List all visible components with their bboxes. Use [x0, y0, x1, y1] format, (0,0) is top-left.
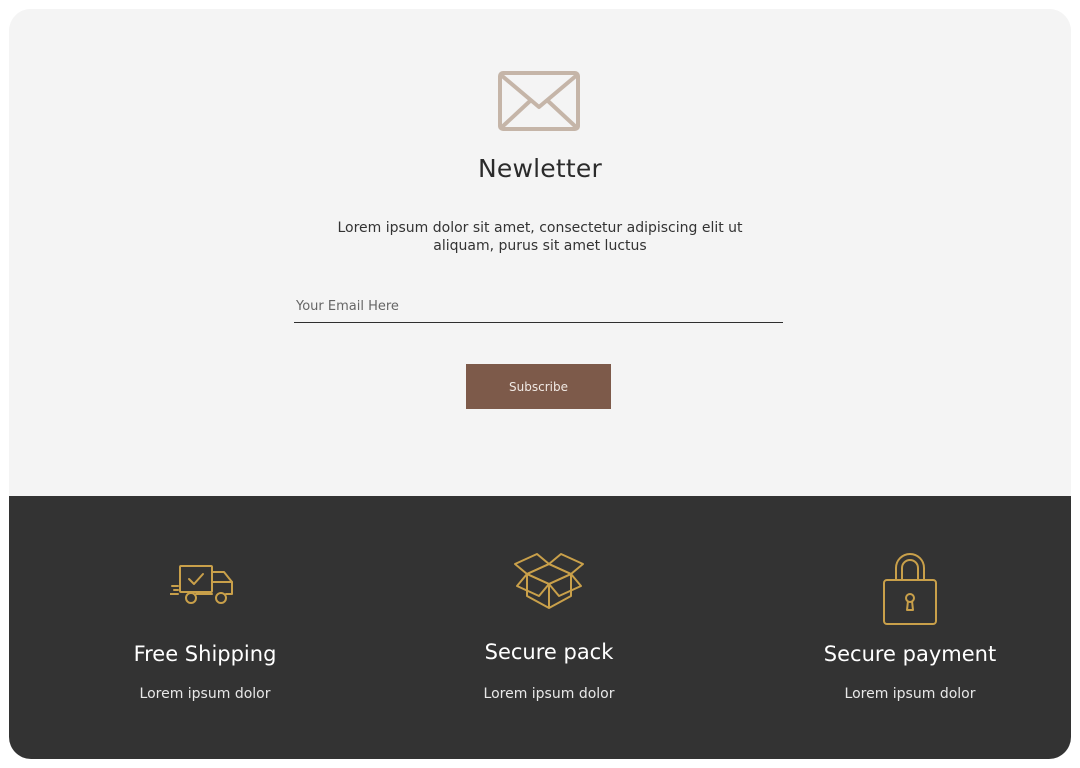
feature-subtitle: Lorem ipsum dolor [139, 686, 271, 702]
box-icon [514, 553, 584, 609]
email-input[interactable] [294, 291, 783, 323]
lock-icon [883, 553, 937, 625]
feature-subtitle: Lorem ipsum dolor [483, 686, 615, 702]
newsletter-title: Newletter [478, 154, 602, 183]
feature-subtitle: Lorem ipsum dolor [844, 686, 976, 702]
envelope-icon [498, 71, 580, 131]
feature-title: Secure pack [484, 640, 614, 664]
feature-title: Secure payment [823, 642, 997, 666]
newsletter-description: Lorem ipsum dolor sit amet, consectetur … [337, 220, 743, 254]
feature-secure-payment: Secure payment Lorem ipsum dolor [760, 496, 1060, 759]
feature-title: Free Shipping [133, 642, 277, 666]
page-frame: Newletter Lorem ipsum dolor sit amet, co… [9, 9, 1071, 759]
subscribe-button[interactable]: Subscribe [466, 364, 611, 409]
features-section: Free Shipping Lorem ipsum dolor Secure p… [9, 496, 1071, 759]
feature-secure-pack: Secure pack Lorem ipsum dolor [399, 496, 699, 759]
feature-free-shipping: Free Shipping Lorem ipsum dolor [55, 496, 355, 759]
newsletter-section: Newletter Lorem ipsum dolor sit amet, co… [9, 9, 1071, 496]
truck-icon [170, 565, 233, 604]
